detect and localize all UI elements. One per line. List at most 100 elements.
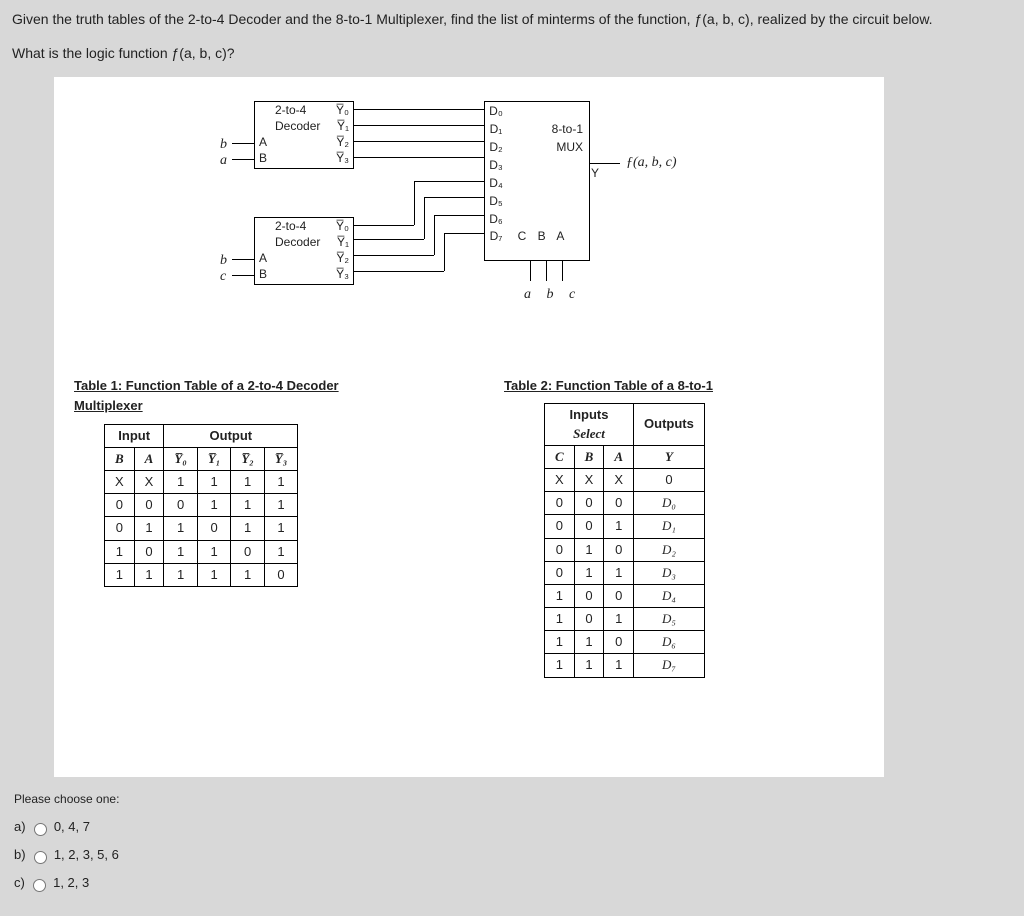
mux-Y: Y [591, 165, 599, 182]
table-cell: 1 [231, 470, 264, 493]
option-c[interactable]: c) 1, 2, 3 [14, 874, 1012, 892]
table-cell: D₂ [634, 538, 705, 561]
decoder-bottom-sig-c: c [220, 267, 226, 287]
table-cell: 1 [545, 654, 575, 677]
table-cell: 1 [164, 517, 197, 540]
table-cell: 1 [164, 540, 197, 563]
table-cell: X [604, 468, 634, 491]
option-a-radio[interactable] [34, 823, 47, 836]
table-row: 100D₄ [545, 584, 705, 607]
table-cell: X [105, 470, 135, 493]
table1-col-Y3: Y̅₃ [264, 447, 297, 470]
table-cell: 0 [545, 492, 575, 515]
table1-col-Y0: Y̅₀ [164, 447, 197, 470]
content-panel: 2-to-4 Y̅₀ Decoder Y̅₁ A Y̅₂ B Y̅₃ [54, 77, 884, 777]
table-cell: 1 [264, 517, 297, 540]
table-cell: 0 [574, 492, 604, 515]
decoder-bottom-inB: B [255, 266, 271, 282]
table-cell: 1 [604, 515, 634, 538]
decoder-top-out0: Y̅₀ [312, 102, 353, 118]
table-cell: 1 [574, 631, 604, 654]
table-cell: 0 [604, 492, 634, 515]
option-b-text: 1, 2, 3, 5, 6 [54, 847, 119, 862]
mux-d1: D₁ [485, 121, 507, 138]
decoder-top-out1: Y̅₁ [320, 118, 353, 134]
table-cell: 0 [574, 584, 604, 607]
table-cell: 0 [231, 540, 264, 563]
table-cell: 0 [604, 538, 634, 561]
option-b-prefix: b) [14, 847, 26, 862]
table1-hdr-output: Output [164, 424, 298, 447]
mux-title1: 8-to-1 [507, 121, 589, 138]
decoder-bottom-out3: Y̅₃ [271, 266, 353, 282]
table-cell: 1 [197, 470, 230, 493]
table-row: 011011 [105, 517, 298, 540]
question-sub: What is the logic function ƒ(a, b, c)? [12, 44, 1012, 64]
decoder-top-sig-a: a [220, 151, 227, 171]
decoder-bottom-out0: Y̅₀ [312, 218, 353, 234]
decoder-bottom-subtitle: Decoder [271, 234, 320, 250]
table2-title: Table 2: Function Table of a 8-to-1 [504, 377, 864, 395]
table-cell: D₀ [634, 492, 705, 515]
mux-d3: D₃ [485, 157, 507, 174]
output-func: ƒ(a, b, c) [626, 153, 677, 173]
table1-title-extra: Multiplexer [74, 397, 434, 415]
table-cell: 1 [574, 561, 604, 584]
decoder-bottom-out2: Y̅₂ [271, 250, 353, 266]
decoder-top-title: 2-to-4 [271, 102, 312, 118]
table1: Input Output B A Y̅₀ Y̅₁ Y̅₂ Y̅₃ XX11110… [104, 424, 298, 587]
table-cell: X [574, 468, 604, 491]
decoder-top-inB: B [255, 150, 271, 166]
table2-col-B: B [574, 445, 604, 468]
table-cell: 1 [264, 494, 297, 517]
option-c-prefix: c) [14, 875, 25, 890]
table-row: XXX0 [545, 468, 705, 491]
table-row: 101101 [105, 540, 298, 563]
option-b-radio[interactable] [34, 851, 47, 864]
table-row: 110D₆ [545, 631, 705, 654]
table-cell: 0 [574, 608, 604, 631]
option-c-text: 1, 2, 3 [53, 875, 89, 890]
options-prompt: Please choose one: [14, 791, 1012, 808]
mux-sel-signals: a b c [524, 285, 581, 305]
table-cell: 1 [231, 494, 264, 517]
table-cell: 1 [231, 563, 264, 586]
table-cell: 1 [604, 561, 634, 584]
table-row: 000D₀ [545, 492, 705, 515]
table-cell: 1 [545, 584, 575, 607]
table-cell: 0 [604, 584, 634, 607]
decoder-bottom-out1: Y̅₁ [320, 234, 353, 250]
table-row: 001D₁ [545, 515, 705, 538]
table-cell: D₆ [634, 631, 705, 654]
table-cell: 1 [264, 470, 297, 493]
table-row: 111110 [105, 563, 298, 586]
mux-d5: D₅ [485, 193, 507, 210]
table-cell: 1 [164, 563, 197, 586]
table1-col-Y2: Y̅₂ [231, 447, 264, 470]
option-b[interactable]: b) 1, 2, 3, 5, 6 [14, 846, 1012, 864]
table-cell: 0 [105, 517, 135, 540]
decoder-top-out3: Y̅₃ [271, 150, 353, 166]
mux-d0: D₀ [485, 103, 507, 120]
option-c-radio[interactable] [33, 879, 46, 892]
answer-options: Please choose one: a) 0, 4, 7 b) 1, 2, 3… [14, 791, 1012, 892]
table-cell: D₃ [634, 561, 705, 584]
table-cell: D₅ [634, 608, 705, 631]
table-row: 101D₅ [545, 608, 705, 631]
table-cell: 0 [545, 515, 575, 538]
option-a-text: 0, 4, 7 [54, 819, 90, 834]
table2-col-A: A [604, 445, 634, 468]
table1-hdr-input: Input [105, 424, 164, 447]
table2: Inputs Select Outputs C B A Y XXX0000D₀0… [544, 403, 705, 677]
mux-sel-labels: C B A [507, 228, 589, 245]
table-cell: 0 [545, 561, 575, 584]
option-a[interactable]: a) 0, 4, 7 [14, 818, 1012, 836]
table-row: XX1111 [105, 470, 298, 493]
mux-d7: D₇ [485, 228, 507, 245]
decoder-bottom-title: 2-to-4 [271, 218, 312, 234]
decoder-top: 2-to-4 Y̅₀ Decoder Y̅₁ A Y̅₂ B Y̅₃ [254, 101, 354, 169]
table-cell: 1 [231, 517, 264, 540]
decoder-top-out2: Y̅₂ [271, 134, 353, 150]
table-cell: 1 [197, 540, 230, 563]
table-cell: 1 [574, 654, 604, 677]
